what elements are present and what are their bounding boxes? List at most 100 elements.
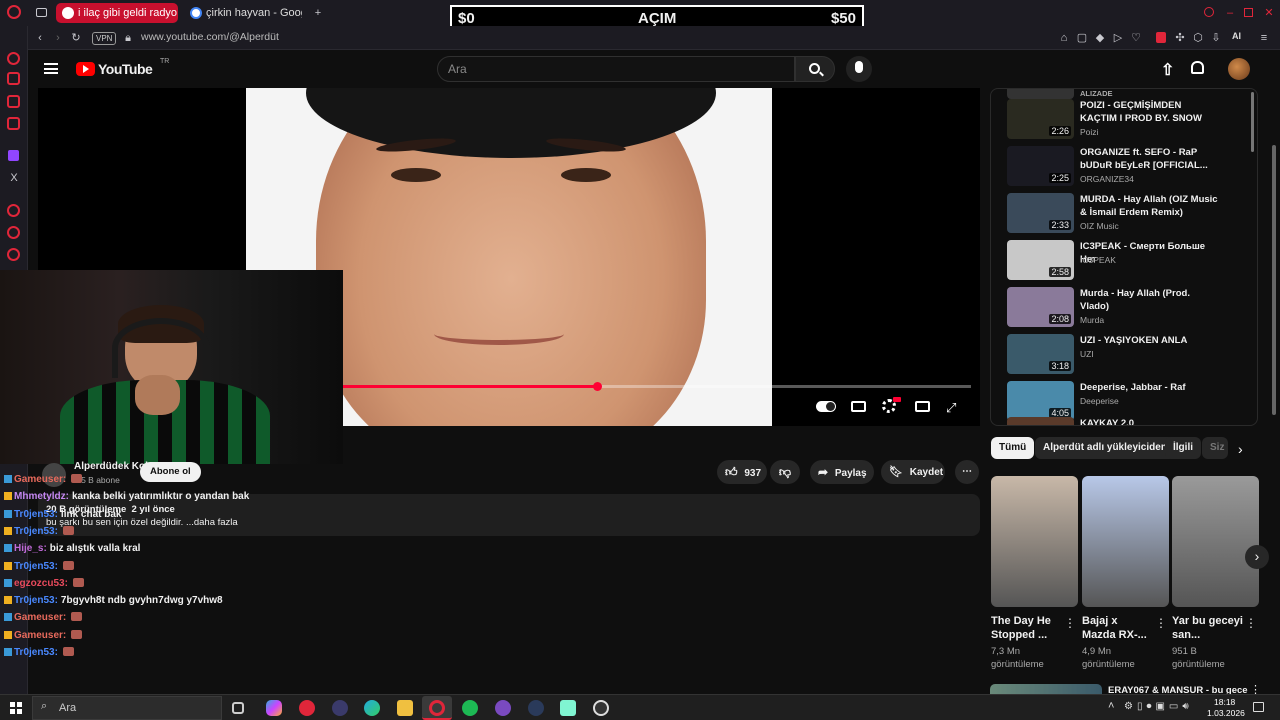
- file-explorer-icon[interactable]: [397, 700, 413, 716]
- copilot-icon[interactable]: [266, 700, 282, 716]
- lock-icon[interactable]: 🔒︎: [122, 32, 134, 44]
- pinboard-icon[interactable]: [7, 248, 20, 261]
- windows-start-icon[interactable]: [10, 702, 22, 714]
- search-input[interactable]: Ara: [437, 56, 795, 82]
- related-video-item[interactable]: 2:33 MURDA - Hay Allah (OIZ Music & İsmai…: [1007, 193, 1247, 237]
- ai-button[interactable]: AI: [1232, 31, 1241, 41]
- related-video-title[interactable]: KAYKAY 2.0: [1080, 417, 1220, 425]
- search-button[interactable]: [795, 56, 835, 82]
- related-video-item[interactable]: KAYKAY 2.0: [1007, 417, 1247, 425]
- related-video-channel[interactable]: ORGANIZE34: [1080, 174, 1134, 184]
- short-menu-icon[interactable]: ⋮: [1064, 616, 1076, 630]
- related-video-thumbnail[interactable]: [1007, 89, 1074, 99]
- tab-google[interactable]: çirkin hayvan - Google Se...: [184, 3, 302, 23]
- speed-dial-icon[interactable]: [7, 52, 20, 65]
- shield-icon[interactable]: ◆: [1094, 32, 1106, 44]
- page-scrollbar[interactable]: [1272, 145, 1276, 415]
- chips-next-icon[interactable]: ›: [1238, 441, 1243, 457]
- vpn-badge[interactable]: VPN: [92, 32, 117, 45]
- related-video-title[interactable]: Deeperise, Jabbar - Raf: [1080, 381, 1220, 394]
- url-field[interactable]: www.youtube.com/@Alperdüt: [141, 31, 279, 43]
- snapshot-icon[interactable]: ▢: [1076, 32, 1088, 44]
- shorts-next-button[interactable]: ›: [1245, 545, 1269, 569]
- related-video-channel[interactable]: Murda: [1080, 315, 1104, 325]
- workspaces-icon[interactable]: [36, 8, 47, 17]
- task-view-icon[interactable]: [232, 702, 244, 714]
- extensions-icon[interactable]: ✣: [1174, 32, 1186, 44]
- related-video-title[interactable]: UZI - YAŞIYOKEN ANLA: [1080, 334, 1220, 347]
- related-video-channel[interactable]: Deeperise: [1080, 396, 1119, 406]
- related-video-thumbnail[interactable]: 2:33: [1007, 193, 1074, 233]
- next-video-thumb[interactable]: [990, 684, 1102, 694]
- search-tabs-icon[interactable]: [1204, 7, 1214, 17]
- short-title[interactable]: The Day He Stopped ...: [991, 614, 1063, 642]
- youtube-app-icon[interactable]: [299, 700, 315, 716]
- send-icon[interactable]: ▷: [1112, 32, 1124, 44]
- filter-chip[interactable]: Alperdüt adlı yükleyiciden: [1035, 437, 1175, 459]
- related-video-thumbnail[interactable]: 2:58: [1007, 240, 1074, 280]
- voice-search-button[interactable]: [846, 56, 872, 82]
- forward-icon[interactable]: ›: [52, 32, 64, 44]
- spotify-icon[interactable]: [462, 700, 478, 716]
- like-button[interactable]: 👍︎ 937: [717, 460, 767, 484]
- filter-chip[interactable]: Siz: [1202, 437, 1228, 459]
- hamburger-menu-icon[interactable]: [44, 63, 58, 74]
- more-actions-button[interactable]: ⋯: [955, 460, 979, 484]
- minimize-icon[interactable]: –: [1224, 7, 1236, 19]
- upload-icon[interactable]: ⇧: [1161, 60, 1174, 80]
- dislike-button[interactable]: 👎︎: [770, 460, 800, 484]
- related-video-title[interactable]: Murda - Hay Allah (Prod. Vlado): [1080, 287, 1220, 313]
- taskbar-search-input[interactable]: ⌕ Ara: [32, 696, 222, 720]
- close-window-icon[interactable]: ✕: [1263, 7, 1275, 19]
- media-app-icon[interactable]: [332, 700, 348, 716]
- history-icon[interactable]: [7, 226, 20, 239]
- related-video-thumbnail[interactable]: 3:18: [1007, 334, 1074, 374]
- related-video-thumbnail[interactable]: 2:25: [1007, 146, 1074, 186]
- related-video-item[interactable]: 3:18 UZI - YAŞIYOKEN ANLA UZI: [1007, 334, 1247, 378]
- messenger-icon[interactable]: [7, 95, 20, 108]
- short-title[interactable]: Bajaj x Mazda RX-...: [1082, 614, 1154, 642]
- x-twitter-icon[interactable]: X: [8, 172, 20, 184]
- related-video-thumbnail[interactable]: 2:26: [1007, 99, 1074, 139]
- related-video-thumbnail[interactable]: 4:05: [1007, 381, 1074, 421]
- share-button[interactable]: ➦ Paylaş: [810, 460, 874, 484]
- related-video-title[interactable]: POIZI - GEÇMİŞİMDEN KAÇTIM I PROD BY. SN…: [1080, 99, 1220, 125]
- short-title[interactable]: Yar bu geceyi san...: [1172, 614, 1244, 642]
- related-video-item[interactable]: 2:26 POIZI - GEÇMİŞİMDEN KAÇTIM I PROD BY…: [1007, 99, 1247, 143]
- aria-icon[interactable]: [7, 72, 20, 85]
- opera-logo-icon[interactable]: [7, 5, 21, 19]
- short-thumbnail[interactable]: [991, 476, 1078, 607]
- short-menu-icon[interactable]: ⋮: [1155, 616, 1167, 630]
- autoplay-toggle[interactable]: [816, 401, 836, 412]
- filter-chip[interactable]: İlgili: [1165, 437, 1201, 459]
- steam-icon[interactable]: [528, 700, 544, 716]
- tray-icons[interactable]: ⚙▯⏺▣▭🔊︎: [1124, 701, 1193, 712]
- back-icon[interactable]: ‹: [34, 32, 46, 44]
- related-video-channel[interactable]: OIZ Music: [1080, 221, 1119, 231]
- player-icon[interactable]: [7, 204, 20, 217]
- menu-icon[interactable]: ≡: [1258, 32, 1270, 44]
- account-avatar[interactable]: [1228, 58, 1250, 80]
- tab-radio[interactable]: i ilaç gibi geldi radyo...: [56, 3, 178, 23]
- instagram-icon[interactable]: [7, 117, 20, 130]
- twitch-icon[interactable]: [8, 150, 19, 161]
- related-video-channel[interactable]: IC3PEAK: [1080, 255, 1116, 265]
- related-video-thumbnail[interactable]: 2:08: [1007, 287, 1074, 327]
- related-video-item[interactable]: 2:58 IC3PEAK - Смерти Больше Нет IC3PEAK: [1007, 240, 1247, 284]
- clock-date[interactable]: 1.03.2026: [1207, 708, 1245, 718]
- short-menu-icon[interactable]: ⋮: [1245, 616, 1257, 630]
- clock-time[interactable]: 18:18: [1214, 697, 1235, 707]
- maximize-icon[interactable]: [1244, 8, 1253, 17]
- download-icon[interactable]: ⇩: [1210, 32, 1222, 44]
- save-button[interactable]: 🔖︎ Kaydet: [881, 460, 945, 484]
- heart-icon[interactable]: ♡: [1130, 32, 1142, 44]
- fullscreen-icon[interactable]: ⤢: [946, 400, 956, 416]
- related-video-thumbnail[interactable]: [1007, 417, 1074, 425]
- related-video-item[interactable]: 2:25 ORGANIZE ft. SEFO - RaP bUDuR bEyLeR…: [1007, 146, 1247, 190]
- reload-icon[interactable]: ↻: [70, 32, 82, 44]
- subtitles-icon[interactable]: [851, 401, 866, 412]
- notifications-bell-icon[interactable]: [1191, 61, 1204, 74]
- discord-icon[interactable]: [495, 700, 511, 716]
- notifications-icon[interactable]: [1253, 702, 1264, 712]
- cube-icon[interactable]: ⬡: [1192, 32, 1204, 44]
